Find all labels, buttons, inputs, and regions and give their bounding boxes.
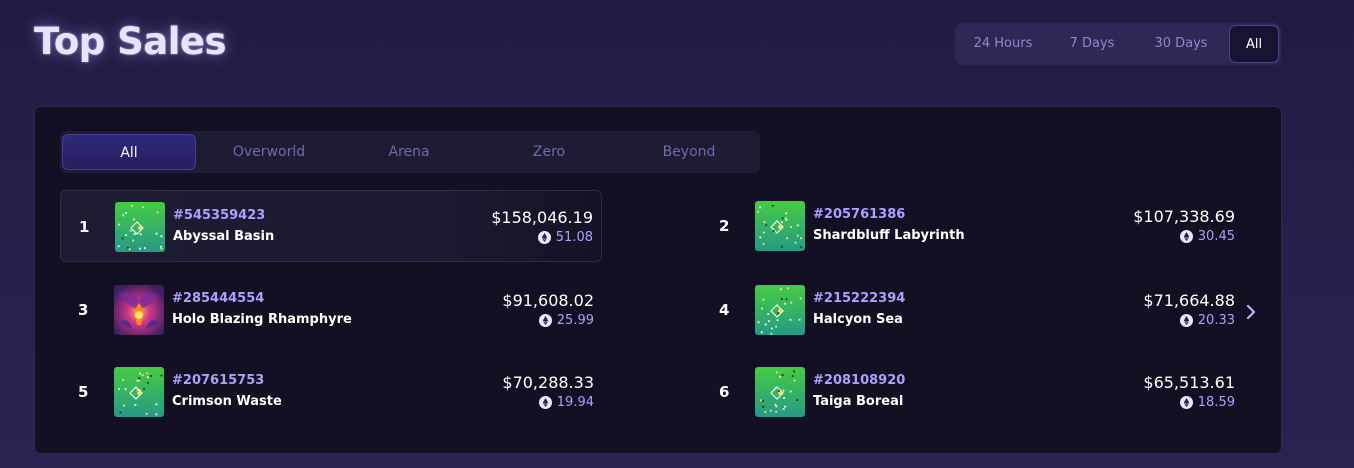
time-range-tabs: 24 Hours 7 Days 30 Days All	[955, 23, 1281, 65]
top-sales-panel: All Overworld Arena Zero Beyond 1 #54535…	[34, 106, 1282, 454]
item-thumbnail	[755, 201, 805, 251]
eth-price: 51.08	[537, 230, 593, 245]
token-id[interactable]: #207615753	[172, 373, 264, 388]
item-name[interactable]: Taiga Boreal	[813, 394, 903, 409]
item-name[interactable]: Halcyon Sea	[813, 312, 903, 327]
eth-coin-icon	[538, 314, 552, 327]
tab-category-beyond[interactable]: Beyond	[622, 134, 756, 170]
usd-price: $70,288.33	[502, 373, 594, 392]
eth-amount: 25.99	[556, 313, 594, 328]
item-name[interactable]: Holo Blazing Rhamphyre	[172, 312, 352, 327]
eth-amount: 51.08	[555, 230, 593, 245]
sale-rank: 6	[719, 383, 730, 401]
item-name[interactable]: Abyssal Basin	[173, 229, 274, 244]
chevron-right-icon[interactable]	[1241, 302, 1261, 322]
item-thumbnail	[755, 285, 805, 335]
token-id[interactable]: #205761386	[813, 207, 905, 222]
tab-category-zero[interactable]: Zero	[482, 134, 616, 170]
usd-price: $107,338.69	[1133, 207, 1235, 226]
eth-coin-icon	[1179, 314, 1193, 327]
item-thumbnail	[114, 285, 164, 335]
eth-coin-icon	[538, 396, 552, 409]
eth-price: 18.59	[1179, 395, 1235, 410]
eth-price: 20.33	[1179, 313, 1235, 328]
token-id[interactable]: #215222394	[813, 291, 905, 306]
eth-price: 19.94	[538, 395, 594, 410]
sale-rank: 4	[719, 301, 730, 319]
eth-price: 25.99	[538, 313, 594, 328]
eth-amount: 30.45	[1197, 229, 1235, 244]
eth-amount: 19.94	[556, 395, 594, 410]
usd-price: $71,664.88	[1143, 291, 1235, 310]
sale-rank: 5	[78, 383, 89, 401]
sale-row[interactable]: 2 #205761386 Shardbluff Labyrinth $107,3…	[701, 190, 1243, 262]
usd-price: $158,046.19	[491, 208, 593, 227]
tab-category-arena[interactable]: Arena	[342, 134, 476, 170]
tab-7-days[interactable]: 7 Days	[1051, 25, 1133, 63]
item-name[interactable]: Crimson Waste	[172, 394, 282, 409]
eth-amount: 18.59	[1197, 395, 1235, 410]
token-id[interactable]: #545359423	[173, 208, 265, 223]
item-thumbnail	[115, 202, 165, 252]
token-id[interactable]: #208108920	[813, 373, 905, 388]
sale-rank: 1	[79, 218, 90, 236]
sale-row[interactable]: 1 #545359423 Abyssal Basin $158,046.19 5…	[60, 190, 602, 262]
sale-row[interactable]: 3 #285444554 Holo Blazing Rhamphyre $91,…	[60, 274, 602, 346]
usd-price: $65,513.61	[1143, 373, 1235, 392]
sale-row[interactable]: 6 #208108920 Taiga Boreal $65,513.61 18.…	[701, 356, 1243, 428]
tab-category-overworld[interactable]: Overworld	[202, 134, 336, 170]
category-tabs: All Overworld Arena Zero Beyond	[60, 131, 760, 173]
eth-price: 30.45	[1179, 229, 1235, 244]
sale-rank: 3	[78, 301, 89, 319]
eth-coin-icon	[1179, 396, 1193, 409]
sale-row[interactable]: 4 #215222394 Halcyon Sea $71,664.88 20.3…	[701, 274, 1243, 346]
page-title: Top Sales	[34, 20, 227, 63]
item-thumbnail	[114, 367, 164, 417]
item-name[interactable]: Shardbluff Labyrinth	[813, 228, 965, 243]
usd-price: $91,608.02	[502, 291, 594, 310]
sale-rank: 2	[719, 217, 730, 235]
eth-coin-icon	[1179, 230, 1193, 243]
eth-coin-icon	[537, 231, 551, 244]
tab-24-hours[interactable]: 24 Hours	[959, 25, 1047, 63]
tab-30-days[interactable]: 30 Days	[1137, 25, 1225, 63]
tab-category-all[interactable]: All	[62, 134, 196, 170]
item-thumbnail	[755, 367, 805, 417]
sale-row[interactable]: 5 #207615753 Crimson Waste $70,288.33 19…	[60, 356, 602, 428]
eth-amount: 20.33	[1197, 313, 1235, 328]
tab-all-time[interactable]: All	[1229, 25, 1279, 63]
token-id[interactable]: #285444554	[172, 291, 264, 306]
